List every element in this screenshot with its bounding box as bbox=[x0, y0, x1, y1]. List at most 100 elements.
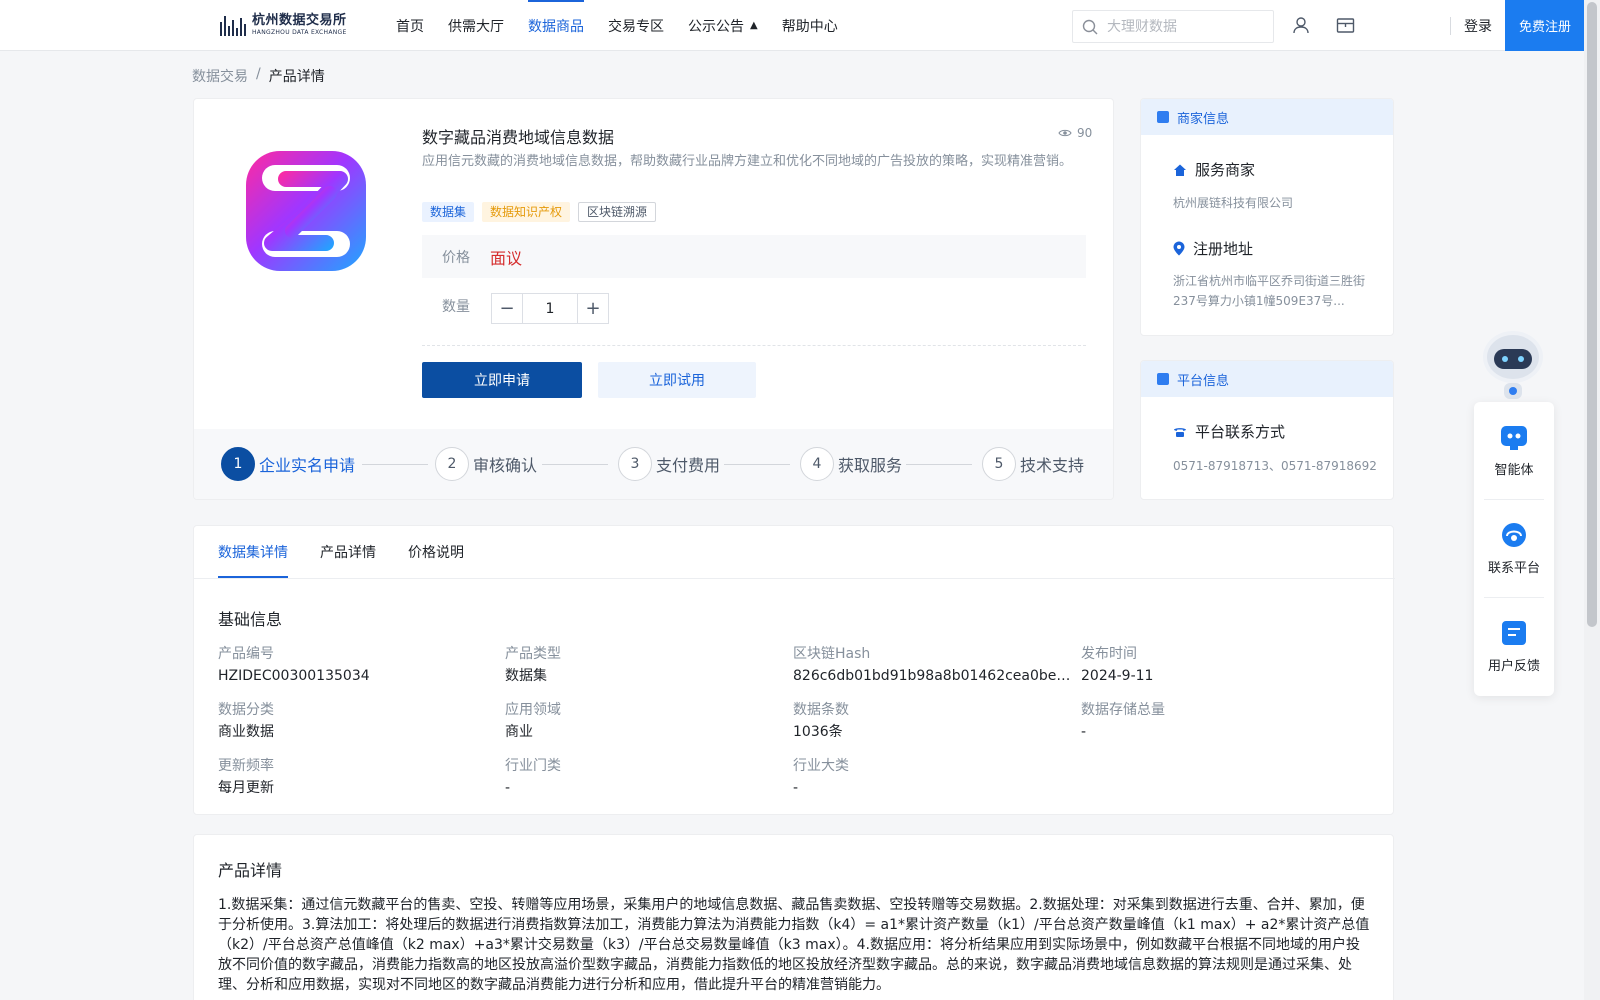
field-value: 商业数据 bbox=[218, 724, 274, 740]
step-number: 3 bbox=[618, 447, 652, 481]
service-merchant-label: 服务商家 bbox=[1195, 161, 1256, 179]
field-publish-date: 发布时间 2024-9-11 bbox=[1081, 644, 1359, 686]
step-label: 获取服务 bbox=[838, 456, 903, 475]
tag-dataset: 数据集 bbox=[422, 202, 475, 222]
field-label: 应用领域 bbox=[505, 702, 561, 718]
minus-icon[interactable]: − bbox=[492, 294, 522, 323]
nav-data-products[interactable]: 数据商品 bbox=[516, 0, 596, 51]
tab-price-note[interactable]: 价格说明 bbox=[408, 526, 464, 578]
nav-label: 交易专区 bbox=[608, 18, 664, 35]
field-industry-sector: 行业门类 - bbox=[505, 756, 783, 798]
product-detail-body: 1.数据采集：通过信元数藏平台的售卖、空投、转赠等应用场景，采集用户的地域信息数… bbox=[218, 897, 1370, 993]
step-connector bbox=[724, 464, 790, 465]
dataset-detail-card: 数据集详情 产品详情 价格说明 基础信息 产品编号 HZIDEC00300135… bbox=[193, 525, 1395, 815]
field-data-category: 数据分类 商业数据 bbox=[218, 700, 496, 742]
nav-label: 首页 bbox=[396, 18, 424, 35]
feedback-icon bbox=[1502, 621, 1526, 645]
field-label: 行业门类 bbox=[505, 758, 561, 774]
tab-dataset-detail[interactable]: 数据集详情 bbox=[218, 526, 288, 579]
quantity-value[interactable]: 1 bbox=[522, 294, 578, 323]
register-button[interactable]: 免费注册 bbox=[1505, 0, 1585, 51]
step-item: 2 审核确认 bbox=[435, 447, 537, 481]
headset-icon bbox=[1502, 523, 1526, 547]
field-value: 商业 bbox=[505, 724, 533, 740]
try-now-button[interactable]: 立即试用 bbox=[598, 362, 756, 398]
view-count: 90 bbox=[1058, 126, 1092, 140]
nav-help-center[interactable]: 帮助中心 bbox=[770, 0, 850, 51]
platform-contact-label: 平台联系方式 bbox=[1195, 423, 1286, 441]
field-record-count: 数据条数 1036条 bbox=[793, 700, 1071, 742]
tag-blockchain: 区块链溯源 bbox=[578, 202, 657, 222]
service-merchant-value: 杭州展链科技有限公司 bbox=[1173, 196, 1294, 210]
address-value: 浙江省杭州市临平区乔司街道三胜街237号算力小镇1幢509E37号... bbox=[1173, 274, 1366, 308]
quantity-label: 数量 bbox=[442, 299, 470, 315]
search-box bbox=[1072, 10, 1274, 43]
field-value: HZIDEC00300135034 bbox=[218, 668, 370, 684]
step-connector bbox=[906, 464, 972, 465]
nav-home[interactable]: 首页 bbox=[384, 0, 436, 51]
logo-title: 杭州数据交易所 bbox=[252, 13, 347, 28]
service-merchant-heading: 服务商家 bbox=[1173, 159, 1255, 180]
top-header: 杭州数据交易所 HANGZHOU DATA EXCHANGE 首页 供需大厅 数… bbox=[0, 0, 1600, 51]
robot-icon bbox=[1501, 426, 1527, 450]
step-number: 4 bbox=[800, 447, 834, 481]
field-blockchain-hash: 区块链Hash 826c6db01bd91b98a8b01462cea0be09… bbox=[793, 644, 1071, 686]
step-label: 审核确认 bbox=[473, 456, 538, 475]
merchant-card-title: 商家信息 bbox=[1177, 111, 1230, 127]
tab-product-detail[interactable]: 产品详情 bbox=[320, 526, 376, 578]
breadcrumb-current: 产品详情 bbox=[268, 69, 325, 85]
step-item: 3 支付费用 bbox=[618, 447, 720, 481]
site-logo[interactable]: 杭州数据交易所 HANGZHOU DATA EXCHANGE bbox=[220, 10, 360, 40]
robot-mascot-icon[interactable] bbox=[1474, 327, 1552, 401]
page-scrollbar[interactable] bbox=[1584, 0, 1600, 1000]
merchant-card-header: 商家信息 bbox=[1141, 99, 1393, 135]
nav-supply-demand[interactable]: 供需大厅 bbox=[436, 0, 516, 51]
apply-now-button[interactable]: 立即申请 bbox=[422, 362, 582, 398]
product-tags: 数据集 数据知识产权 区块链溯源 bbox=[422, 202, 657, 222]
step-item: 4 获取服务 bbox=[800, 447, 902, 481]
field-industry-category: 行业大类 - bbox=[793, 756, 1071, 798]
search-icon[interactable] bbox=[1073, 19, 1107, 35]
breadcrumb-root[interactable]: 数据交易 bbox=[192, 66, 248, 86]
process-steps: 1 企业实名申请 2 审核确认 3 支付费用 4 获取服务 5 技术支持 bbox=[194, 429, 1113, 499]
float-feedback[interactable]: 用户反馈 bbox=[1474, 598, 1554, 695]
field-update-frequency: 更新频率 每月更新 bbox=[218, 756, 496, 798]
main-nav: 首页 供需大厅 数据商品 交易专区 公示公告 ▲ 帮助中心 bbox=[384, 0, 850, 51]
user-icon[interactable] bbox=[1290, 14, 1312, 36]
float-contact[interactable]: 联系平台 bbox=[1474, 500, 1554, 597]
search-input[interactable] bbox=[1107, 18, 1257, 35]
field-label: 区块链Hash bbox=[793, 646, 871, 662]
location-pin-icon bbox=[1173, 241, 1185, 256]
float-agent[interactable]: 智能体 bbox=[1474, 402, 1554, 499]
step-connector bbox=[362, 464, 428, 465]
field-application-domain: 应用领域 商业 bbox=[505, 700, 783, 742]
view-count-value: 90 bbox=[1077, 126, 1093, 140]
platform-icon bbox=[1157, 373, 1169, 385]
platform-contact-value: 0571-87918713、0571-87918692 bbox=[1173, 459, 1377, 473]
platform-contact-heading: 平台联系方式 bbox=[1173, 421, 1285, 442]
product-detail-card: 产品详情 1.数据采集：通过信元数藏平台的售卖、空投、转赠等应用场景，采集用户的… bbox=[193, 834, 1394, 1000]
plus-icon[interactable]: + bbox=[578, 294, 608, 323]
nav-label: 数据商品 bbox=[528, 18, 584, 35]
float-agent-label: 智能体 bbox=[1494, 463, 1534, 478]
store-icon[interactable] bbox=[1334, 14, 1356, 36]
field-label: 产品类型 bbox=[505, 646, 561, 662]
nav-trade-zone[interactable]: 交易专区 bbox=[596, 0, 676, 51]
field-value: - bbox=[793, 780, 799, 796]
field-value: 2024-9-11 bbox=[1081, 668, 1154, 684]
login-link[interactable]: 登录 bbox=[1464, 0, 1492, 51]
address-heading: 注册地址 bbox=[1173, 238, 1253, 259]
field-product-id: 产品编号 HZIDEC00300135034 bbox=[218, 644, 496, 686]
scrollbar-thumb[interactable] bbox=[1587, 2, 1597, 627]
field-value: - bbox=[505, 780, 511, 796]
merchant-card: 商家信息 服务商家 杭州展链科技有限公司 注册地址 浙江省杭州市临平区乔司街道三… bbox=[1140, 98, 1394, 336]
tag-ip: 数据知识产权 bbox=[482, 202, 571, 222]
nav-announcements[interactable]: 公示公告 ▲ bbox=[676, 0, 770, 51]
step-item: 1 企业实名申请 bbox=[221, 447, 355, 481]
step-number: 5 bbox=[982, 447, 1016, 481]
logo-subtitle: HANGZHOU DATA EXCHANGE bbox=[252, 29, 347, 36]
field-label: 产品编号 bbox=[218, 646, 274, 662]
tabs-divider bbox=[194, 578, 1395, 579]
step-connector bbox=[542, 464, 608, 465]
eye-icon bbox=[1058, 129, 1072, 137]
